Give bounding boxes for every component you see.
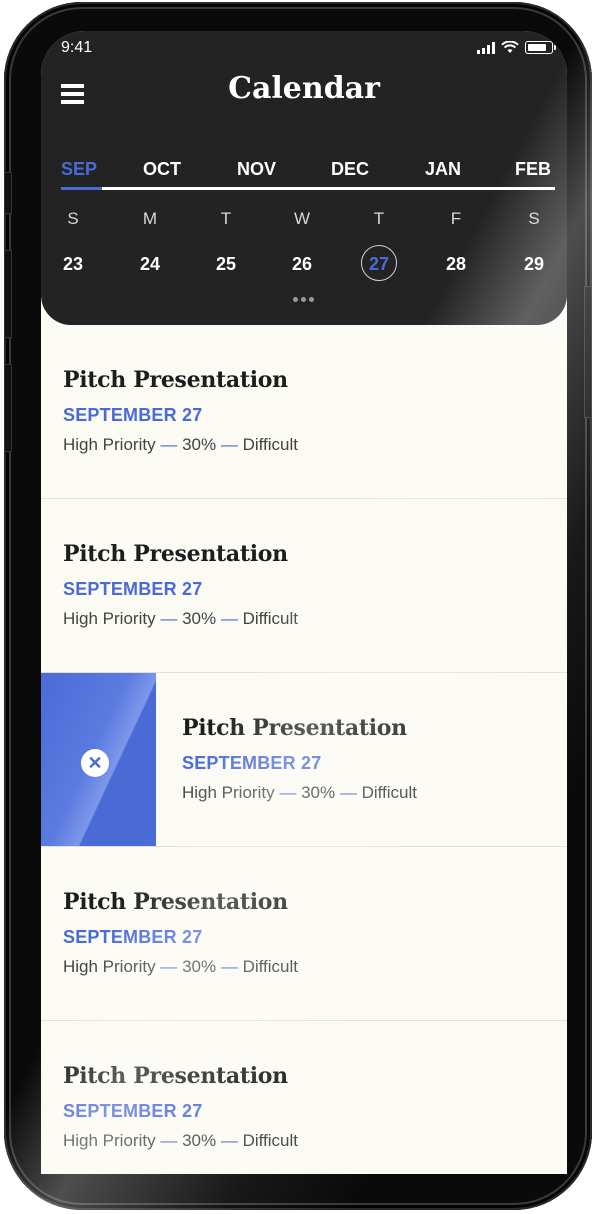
screen: 9:41 Calendar SEP OCT NOV DEC JAN FEB SMTWTFS… bbox=[41, 31, 567, 1174]
event-meta: High Priority — 30% — Difficult bbox=[63, 1131, 298, 1151]
month-tab-sep[interactable]: SEP bbox=[61, 159, 97, 180]
event-priority: High Priority bbox=[63, 435, 156, 454]
active-month-indicator bbox=[61, 187, 102, 190]
event-percent: 30% bbox=[301, 783, 336, 802]
month-tab-feb[interactable]: FEB bbox=[515, 159, 551, 180]
event-meta: High Priority — 30% — Difficult bbox=[63, 435, 298, 455]
cellular-signal-icon bbox=[477, 42, 495, 54]
month-selector: SEP OCT NOV DEC JAN FEB bbox=[61, 159, 555, 190]
volume-down-button bbox=[4, 364, 12, 452]
wifi-icon bbox=[501, 41, 519, 53]
month-tab-nov[interactable]: NOV bbox=[237, 159, 276, 180]
event-content: Pitch Presentation SEPTEMBER 27 High Prior… bbox=[63, 1063, 298, 1151]
date-cell[interactable]: 23 bbox=[53, 251, 93, 287]
separator: — bbox=[160, 957, 178, 976]
separator: — bbox=[220, 609, 238, 628]
status-time: 9:41 bbox=[61, 39, 93, 56]
date-cell[interactable]: 29 bbox=[514, 251, 554, 287]
event-percent: 30% bbox=[182, 1131, 217, 1150]
weekday-label: W bbox=[293, 209, 311, 228]
event-difficulty: Difficult bbox=[361, 783, 417, 802]
event-date: SEPTEMBER 27 bbox=[63, 579, 203, 599]
event-content: Pitch Presentation SEPTEMBER 27 High Prior… bbox=[182, 715, 417, 803]
event-meta: High Priority — 30% — Difficult bbox=[63, 957, 298, 977]
event-date: SEPTEMBER 27 bbox=[63, 405, 203, 425]
event-title: Pitch Presentation bbox=[182, 715, 407, 741]
month-tab-jan[interactable]: JAN bbox=[425, 159, 461, 180]
event-content: Pitch Presentation SEPTEMBER 27 High Prior… bbox=[63, 889, 298, 977]
separator: — bbox=[220, 957, 238, 976]
event-meta: High Priority — 30% — Difficult bbox=[182, 783, 417, 803]
separator: — bbox=[220, 1131, 238, 1150]
event-percent: 30% bbox=[182, 435, 217, 454]
separator: — bbox=[160, 609, 178, 628]
battery-icon bbox=[525, 41, 556, 54]
date-cell[interactable]: 26 bbox=[282, 251, 322, 287]
mute-switch bbox=[4, 172, 12, 214]
event-meta: High Priority — 30% — Difficult bbox=[63, 609, 298, 629]
separator: — bbox=[220, 435, 238, 454]
phone-frame: 9:41 Calendar SEP OCT NOV DEC JAN FEB SMTWTFS… bbox=[4, 2, 592, 1210]
separator: — bbox=[160, 435, 178, 454]
event-card[interactable]: ✕ Pitch Presentation SEPTEMBER 27 High Prio… bbox=[41, 673, 567, 847]
event-percent: 30% bbox=[182, 609, 217, 628]
month-tab-dec[interactable]: DEC bbox=[331, 159, 369, 180]
separator: — bbox=[279, 783, 297, 802]
event-priority: High Priority bbox=[182, 783, 275, 802]
event-title: Pitch Presentation bbox=[63, 367, 288, 393]
event-title: Pitch Presentation bbox=[63, 889, 288, 915]
event-content: Pitch Presentation SEPTEMBER 27 High Prior… bbox=[63, 367, 298, 455]
event-priority: High Priority bbox=[63, 1131, 156, 1150]
weekday-label: M bbox=[142, 209, 158, 228]
delete-action-panel[interactable]: ✕ bbox=[41, 673, 156, 846]
month-tab-oct[interactable]: OCT bbox=[143, 159, 181, 180]
weekday-label: S bbox=[67, 209, 79, 228]
event-date: SEPTEMBER 27 bbox=[63, 1101, 203, 1121]
event-percent: 30% bbox=[182, 957, 217, 976]
weekday-label: T bbox=[220, 209, 232, 228]
page-title: Calendar bbox=[228, 71, 380, 106]
event-difficulty: Difficult bbox=[242, 1131, 298, 1150]
event-difficulty: Difficult bbox=[242, 609, 298, 628]
event-content: Pitch Presentation SEPTEMBER 27 High Prior… bbox=[63, 541, 298, 629]
event-priority: High Priority bbox=[63, 609, 156, 628]
event-difficulty: Difficult bbox=[242, 435, 298, 454]
calendar-header: 9:41 Calendar SEP OCT NOV DEC JAN FEB SMTWTFS… bbox=[41, 31, 567, 325]
event-title: Pitch Presentation bbox=[63, 1063, 288, 1089]
close-circle-icon[interactable]: ✕ bbox=[81, 749, 109, 777]
event-list: Pitch Presentation SEPTEMBER 27 High Prior… bbox=[41, 325, 567, 1174]
separator: — bbox=[160, 1131, 178, 1150]
weekday-label: S bbox=[528, 209, 540, 228]
power-button bbox=[584, 286, 592, 418]
event-date: SEPTEMBER 27 bbox=[63, 927, 203, 947]
event-card[interactable]: Pitch Presentation SEPTEMBER 27 High Prior… bbox=[41, 325, 567, 499]
date-cell[interactable]: 28 bbox=[436, 251, 476, 287]
event-card[interactable]: Pitch Presentation SEPTEMBER 27 High Prior… bbox=[41, 1021, 567, 1174]
weekday-label: F bbox=[450, 209, 462, 228]
event-difficulty: Difficult bbox=[242, 957, 298, 976]
expand-handle-icon[interactable] bbox=[293, 297, 314, 302]
separator: — bbox=[339, 783, 357, 802]
weekday-label: T bbox=[373, 209, 385, 228]
event-card[interactable]: Pitch Presentation SEPTEMBER 27 High Prior… bbox=[41, 499, 567, 673]
event-title: Pitch Presentation bbox=[63, 541, 288, 567]
status-icons bbox=[477, 41, 556, 54]
event-card[interactable]: Pitch Presentation SEPTEMBER 27 High Prior… bbox=[41, 847, 567, 1021]
date-cell-selected[interactable]: 27 bbox=[359, 245, 399, 287]
date-cell[interactable]: 24 bbox=[130, 251, 170, 287]
event-priority: High Priority bbox=[63, 957, 156, 976]
volume-up-button bbox=[4, 250, 12, 338]
date-cell[interactable]: 25 bbox=[206, 251, 246, 287]
event-date: SEPTEMBER 27 bbox=[182, 753, 322, 773]
